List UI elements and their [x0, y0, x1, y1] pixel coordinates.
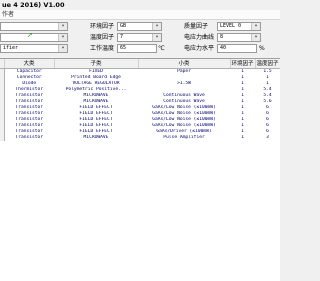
menu-bar: 作者	[0, 10, 280, 20]
menu-item-author[interactable]: 作者	[2, 10, 14, 19]
cell-category[interactable]: Transistor	[4, 135, 54, 141]
type-combo-value: ifier	[3, 45, 19, 51]
table-row[interactable]: Transistor MICROWAVE Pulse Amplifier 1 3	[0, 135, 280, 141]
component-table[interactable]: 大类 子类 小类 环境因子 温度因子 Capacitor FIXED Paper 1 1…	[0, 58, 280, 281]
mouse-pointer-icon: ➚	[27, 31, 33, 39]
work-temp-value: 65	[120, 45, 127, 51]
work-temp-unit: ℃	[158, 45, 165, 52]
env-factor-value: GB	[120, 23, 127, 29]
stress-level-unit: %	[259, 45, 265, 52]
subcategory-combo[interactable]: ▾	[0, 33, 68, 42]
chevron-down-icon[interactable]: ▾	[58, 23, 67, 30]
quality-factor-label: 质量因子	[184, 23, 209, 30]
chevron-down-icon[interactable]: ▾	[251, 23, 260, 30]
stress-curve-value: 8	[220, 34, 224, 40]
chevron-down-icon[interactable]: ▾	[58, 34, 67, 41]
stress-curve-label: 电应力曲线	[184, 34, 215, 41]
env-factor-combo[interactable]: GB ▾	[117, 22, 162, 31]
type-combo[interactable]: ifier ▾	[0, 44, 68, 53]
work-temp-label: 工作温度	[90, 45, 115, 52]
stress-curve-combo[interactable]: 8 ▾	[217, 33, 261, 42]
chevron-down-icon[interactable]: ▾	[152, 34, 161, 41]
quality-factor-value: LEVEL 0	[220, 23, 242, 29]
stress-level-value: 40	[220, 45, 227, 51]
table-header-row: 大类 子类 小类 环境因子 温度因子	[0, 59, 280, 69]
stress-level-label: 电应力水平	[184, 45, 215, 52]
column-header-env-factor[interactable]: 环境因子	[230, 59, 256, 69]
env-factor-label: 环境因子	[90, 23, 115, 30]
work-temp-input[interactable]: 65	[117, 44, 157, 53]
column-header-subcategory[interactable]: 子类	[54, 59, 139, 69]
column-header-category[interactable]: 大类	[4, 59, 55, 69]
cell-type[interactable]: Pulse Amplifier	[138, 135, 230, 141]
chevron-down-icon[interactable]: ▾	[251, 34, 260, 41]
quality-factor-combo[interactable]: LEVEL 0 ▾	[217, 22, 261, 31]
temp-factor-label: 温度因子	[90, 34, 115, 41]
window-titlebar: ue 4 2016) V1.00	[0, 0, 280, 10]
parameter-panel: ▾ ▾ ifier ▾ 环境因子 GB ▾ 温度因子 7 ▾ 工作温度 65 ℃…	[0, 20, 280, 58]
cell-env-factor[interactable]: 1	[230, 135, 255, 141]
column-header-temp-factor[interactable]: 温度因子	[255, 59, 280, 69]
window-title: ue 4 2016) V1.00	[2, 1, 65, 9]
chevron-down-icon[interactable]: ▾	[152, 23, 161, 30]
stress-level-input[interactable]: 40	[217, 44, 257, 53]
cell-temp-factor[interactable]: 3	[255, 135, 280, 141]
temp-factor-value: 7	[120, 34, 124, 40]
cell-subcategory[interactable]: MICROWAVE	[54, 135, 138, 141]
chevron-down-icon[interactable]: ▾	[58, 45, 67, 52]
column-header-type[interactable]: 小类	[138, 59, 231, 69]
temp-factor-combo[interactable]: 7 ▾	[117, 33, 162, 42]
category-combo[interactable]: ▾	[0, 22, 68, 31]
